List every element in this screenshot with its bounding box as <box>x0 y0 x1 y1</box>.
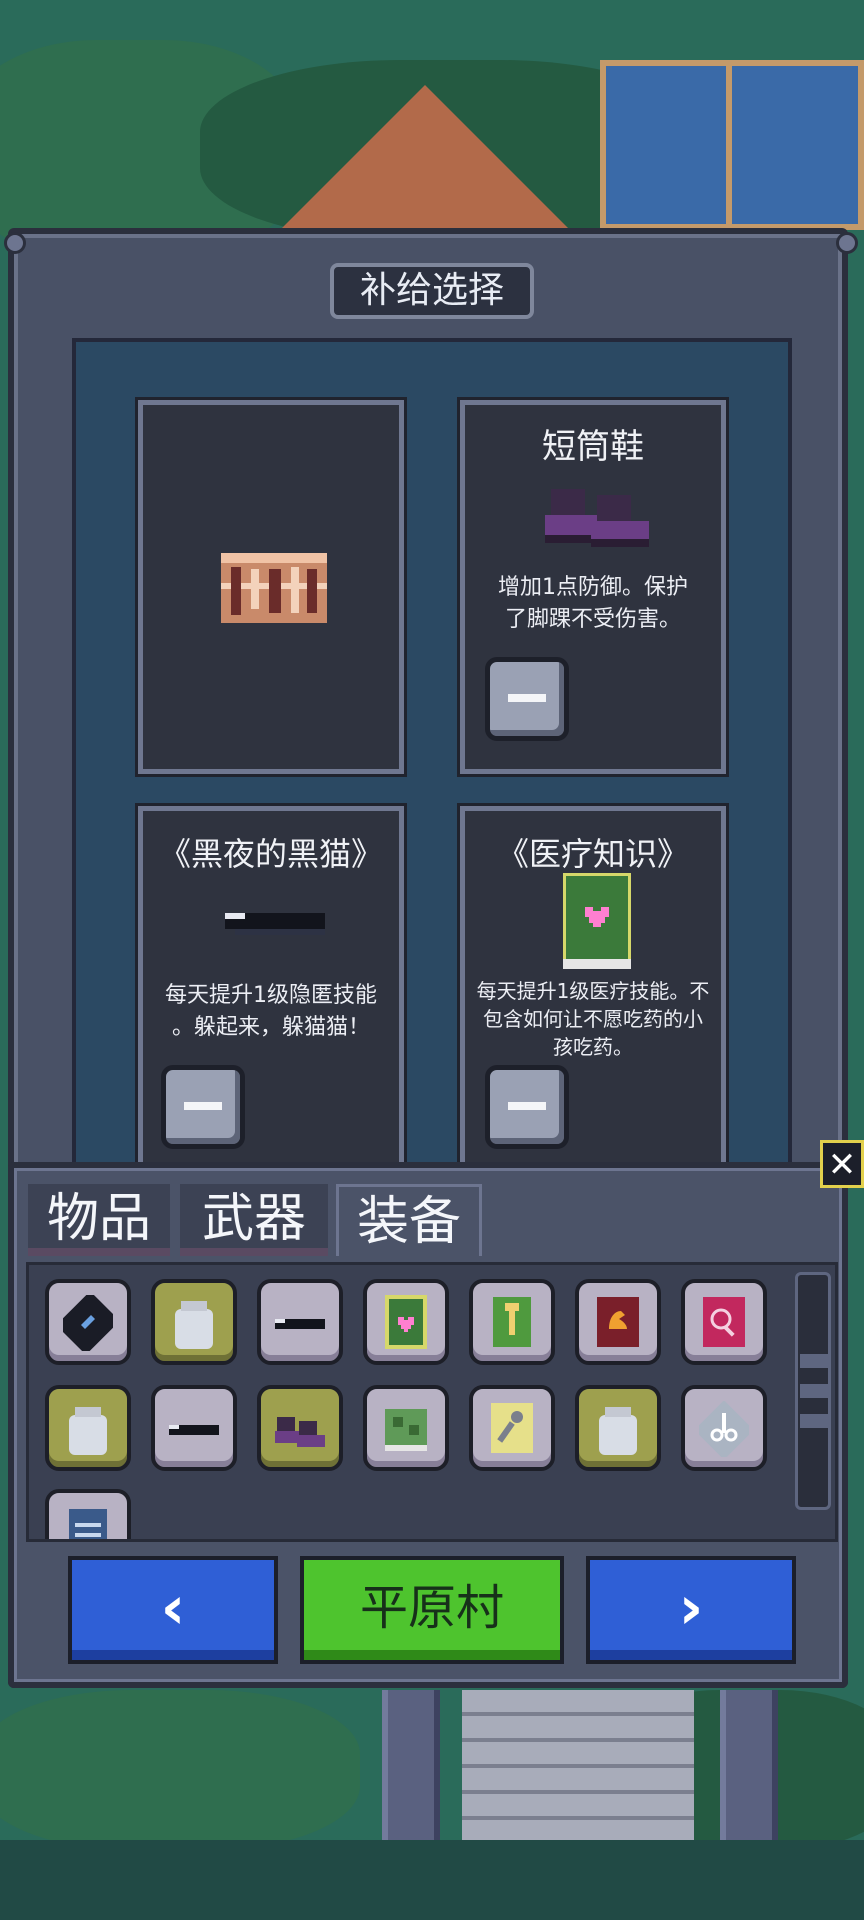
supply-card-medical[interactable]: 《医疗知识》 每天提升1级医疗技能。不 包含如何让不愿吃药的小 孩吃药。 <box>457 803 729 1183</box>
scrollbar-grip[interactable] <box>800 1384 830 1398</box>
scrollbar-grip[interactable] <box>800 1354 830 1368</box>
card-title: 《医疗知识》 <box>496 835 689 873</box>
inventory-slot[interactable] <box>45 1385 131 1471</box>
strength-book-icon <box>597 1297 639 1347</box>
glass-jar-icon <box>599 1407 637 1455</box>
remove-button[interactable] <box>485 1065 569 1149</box>
inventory-slot[interactable] <box>681 1279 767 1365</box>
inventory-slot[interactable] <box>575 1385 661 1471</box>
inventory-slot[interactable] <box>469 1279 555 1365</box>
remove-button[interactable] <box>161 1065 245 1149</box>
inventory-slot[interactable] <box>151 1279 237 1365</box>
ground <box>0 1840 864 1920</box>
card-description-line: 。躲起来，躲猫猫！ <box>171 1015 370 1040</box>
black-bar-icon <box>169 1425 219 1435</box>
tab-items[interactable]: 物品 <box>28 1184 170 1256</box>
card-description-line: 孩吃药。 <box>553 1035 633 1059</box>
inventory-grid <box>26 1262 838 1542</box>
tab-weapons[interactable]: 武器 <box>180 1184 328 1256</box>
panel-corner <box>4 232 26 254</box>
tab-equipment[interactable]: 装备 <box>336 1184 482 1256</box>
inventory-slot[interactable] <box>363 1385 449 1471</box>
card-description-line: 每天提升1级医疗技能。不 <box>476 979 710 1003</box>
wooden-roof <box>275 85 575 235</box>
bush <box>0 1690 360 1850</box>
card-description-line: 了脚踝不受伤害。 <box>504 607 681 632</box>
inventory-slot[interactable] <box>151 1385 237 1471</box>
treasure-chest-icon <box>221 553 327 623</box>
inventory-slot[interactable] <box>45 1279 131 1365</box>
green-heart-book-icon <box>385 1295 427 1349</box>
inventory-slot[interactable] <box>45 1489 131 1539</box>
blue-manual-icon <box>69 1509 107 1539</box>
glass-jar-icon <box>69 1407 107 1455</box>
supply-card-boots[interactable]: 短筒鞋 增加1点防御。保护 了脚踝不受伤害。 <box>457 397 729 777</box>
card-title: 短筒鞋 <box>542 427 644 467</box>
chevron-right-icon: › <box>678 1573 704 1643</box>
card-description-line: 包含如何让不愿吃药的小 <box>483 1007 703 1031</box>
supply-title: 补给选择 <box>330 263 534 319</box>
inventory-slot[interactable] <box>469 1385 555 1471</box>
green-book-icon <box>385 1409 427 1451</box>
boots-icon <box>275 1417 325 1447</box>
glass-greenhouse <box>600 60 864 230</box>
scissors-book-icon <box>699 1401 749 1457</box>
inventory-slot[interactable] <box>681 1385 767 1471</box>
card-description-line: 增加1点防御。保护 <box>498 575 688 600</box>
panel-corner <box>836 232 858 254</box>
previous-button[interactable]: ‹ <box>68 1556 278 1664</box>
magnifier-book-icon <box>703 1297 745 1347</box>
key-book-icon <box>493 1297 531 1347</box>
black-bar-icon <box>275 1319 325 1329</box>
close-button[interactable]: ✕ <box>820 1140 864 1188</box>
chevron-left-icon: ‹ <box>160 1573 186 1643</box>
inventory-slot[interactable] <box>257 1385 343 1471</box>
supply-card-chest[interactable] <box>135 397 407 777</box>
scrollbar-grip[interactable] <box>800 1414 830 1428</box>
green-heart-book-icon <box>563 873 631 969</box>
wrench-book-icon <box>491 1403 533 1453</box>
card-title: 《黑夜的黑猫》 <box>158 835 383 873</box>
card-description-line: 每天提升1级隐匿技能 <box>165 983 377 1008</box>
location-button[interactable]: 平原村 <box>300 1556 564 1664</box>
inventory-slot[interactable] <box>575 1279 661 1365</box>
next-button[interactable]: › <box>586 1556 796 1664</box>
boots-icon <box>545 489 649 547</box>
inventory-slot[interactable] <box>257 1279 343 1365</box>
inventory-slot[interactable] <box>363 1279 449 1365</box>
fish-book-icon <box>63 1295 113 1351</box>
remove-button[interactable] <box>485 657 569 741</box>
black-bar-icon <box>225 913 325 935</box>
stone-stairs <box>462 1690 694 1840</box>
glass-jar-icon <box>175 1301 213 1349</box>
supply-card-black-cat[interactable]: 《黑夜的黑猫》 每天提升1级隐匿技能 。躲起来，躲猫猫！ <box>135 803 407 1183</box>
